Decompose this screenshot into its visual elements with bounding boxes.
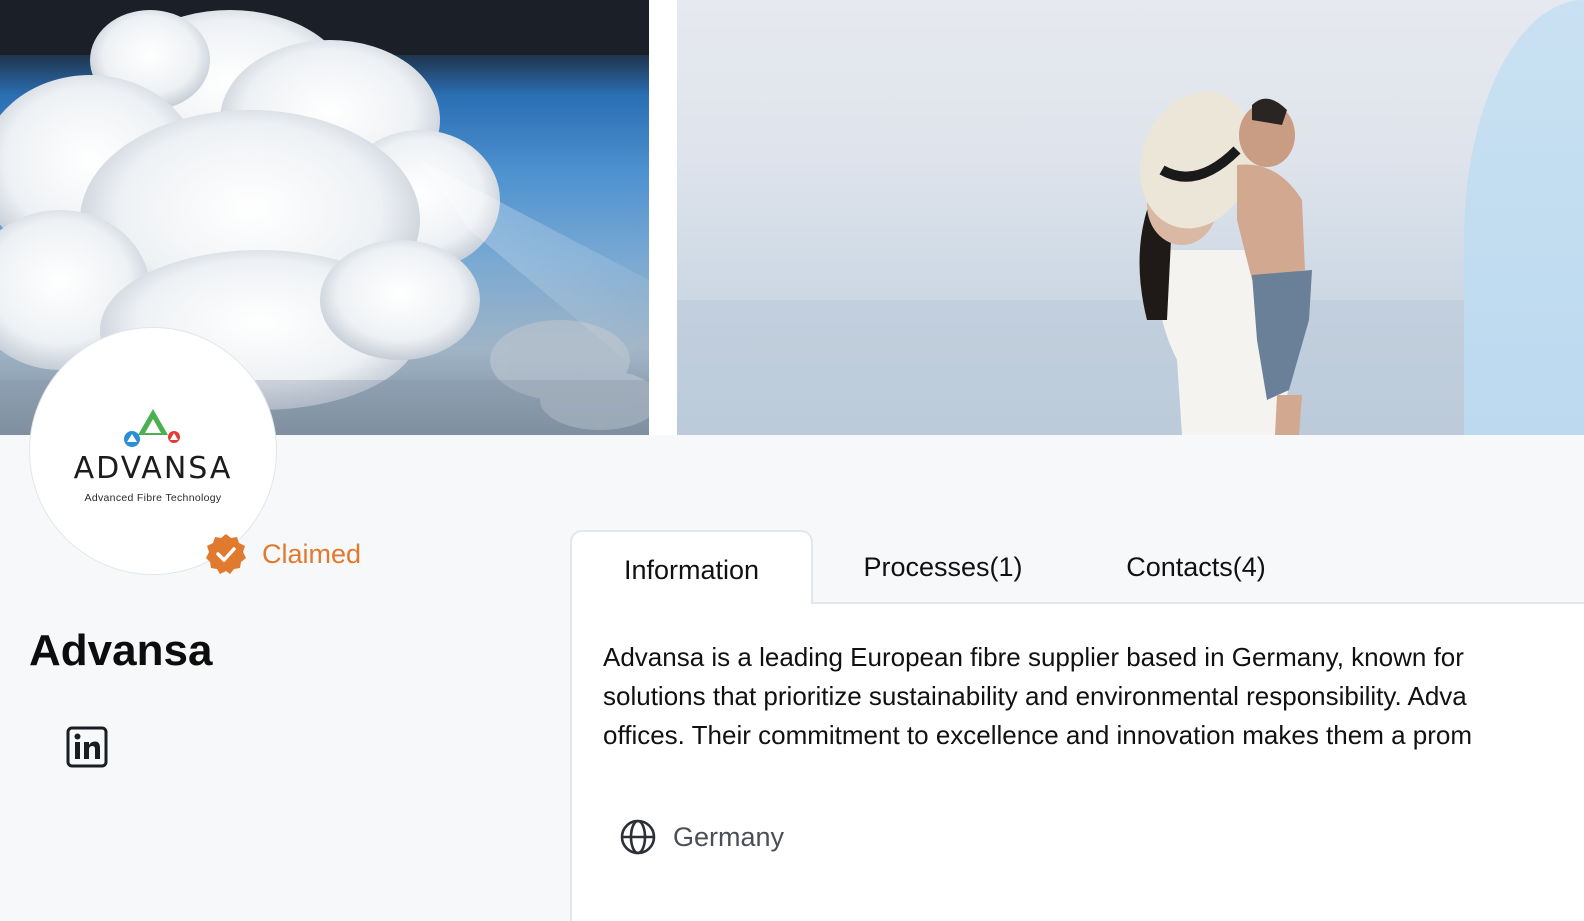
profile-tabs: Information Processes(1) Contacts(4) [570, 530, 1584, 604]
banner-divider [649, 0, 677, 435]
description-line: Advansa is a leading European fibre supp… [603, 642, 1464, 672]
location-label: Germany [673, 821, 785, 852]
globe-icon [620, 819, 656, 855]
claimed-label: Claimed [262, 538, 362, 569]
tab-contacts[interactable]: Contacts(4) [1100, 530, 1292, 604]
linkedin-icon[interactable] [66, 726, 108, 768]
company-location: Germany [619, 818, 784, 856]
verified-badge-icon [206, 534, 246, 574]
company-profile-page: ADVANSA Advanced Fibre Technology Claime… [0, 0, 1584, 921]
mother-child-illustration [677, 91, 1584, 435]
company-name: Advansa [29, 626, 213, 675]
logo-tagline: Advanced Fibre Technology [84, 491, 222, 504]
tab-processes[interactable]: Processes(1) [842, 530, 1044, 604]
logo-wordmark: ADVANSA [73, 450, 233, 486]
advansa-logo-mark [124, 408, 180, 447]
description-line: solutions that prioritize sustainability… [603, 681, 1467, 711]
description-line: offices. Their commitment to excellence … [603, 720, 1473, 750]
company-description: Advansa is a leading European fibre supp… [603, 638, 1584, 755]
tab-information[interactable]: Information [570, 530, 813, 604]
cover-image-seaside [677, 0, 1584, 435]
claimed-status: Claimed [204, 531, 361, 577]
information-panel: Advansa is a leading European fibre supp… [570, 602, 1584, 921]
